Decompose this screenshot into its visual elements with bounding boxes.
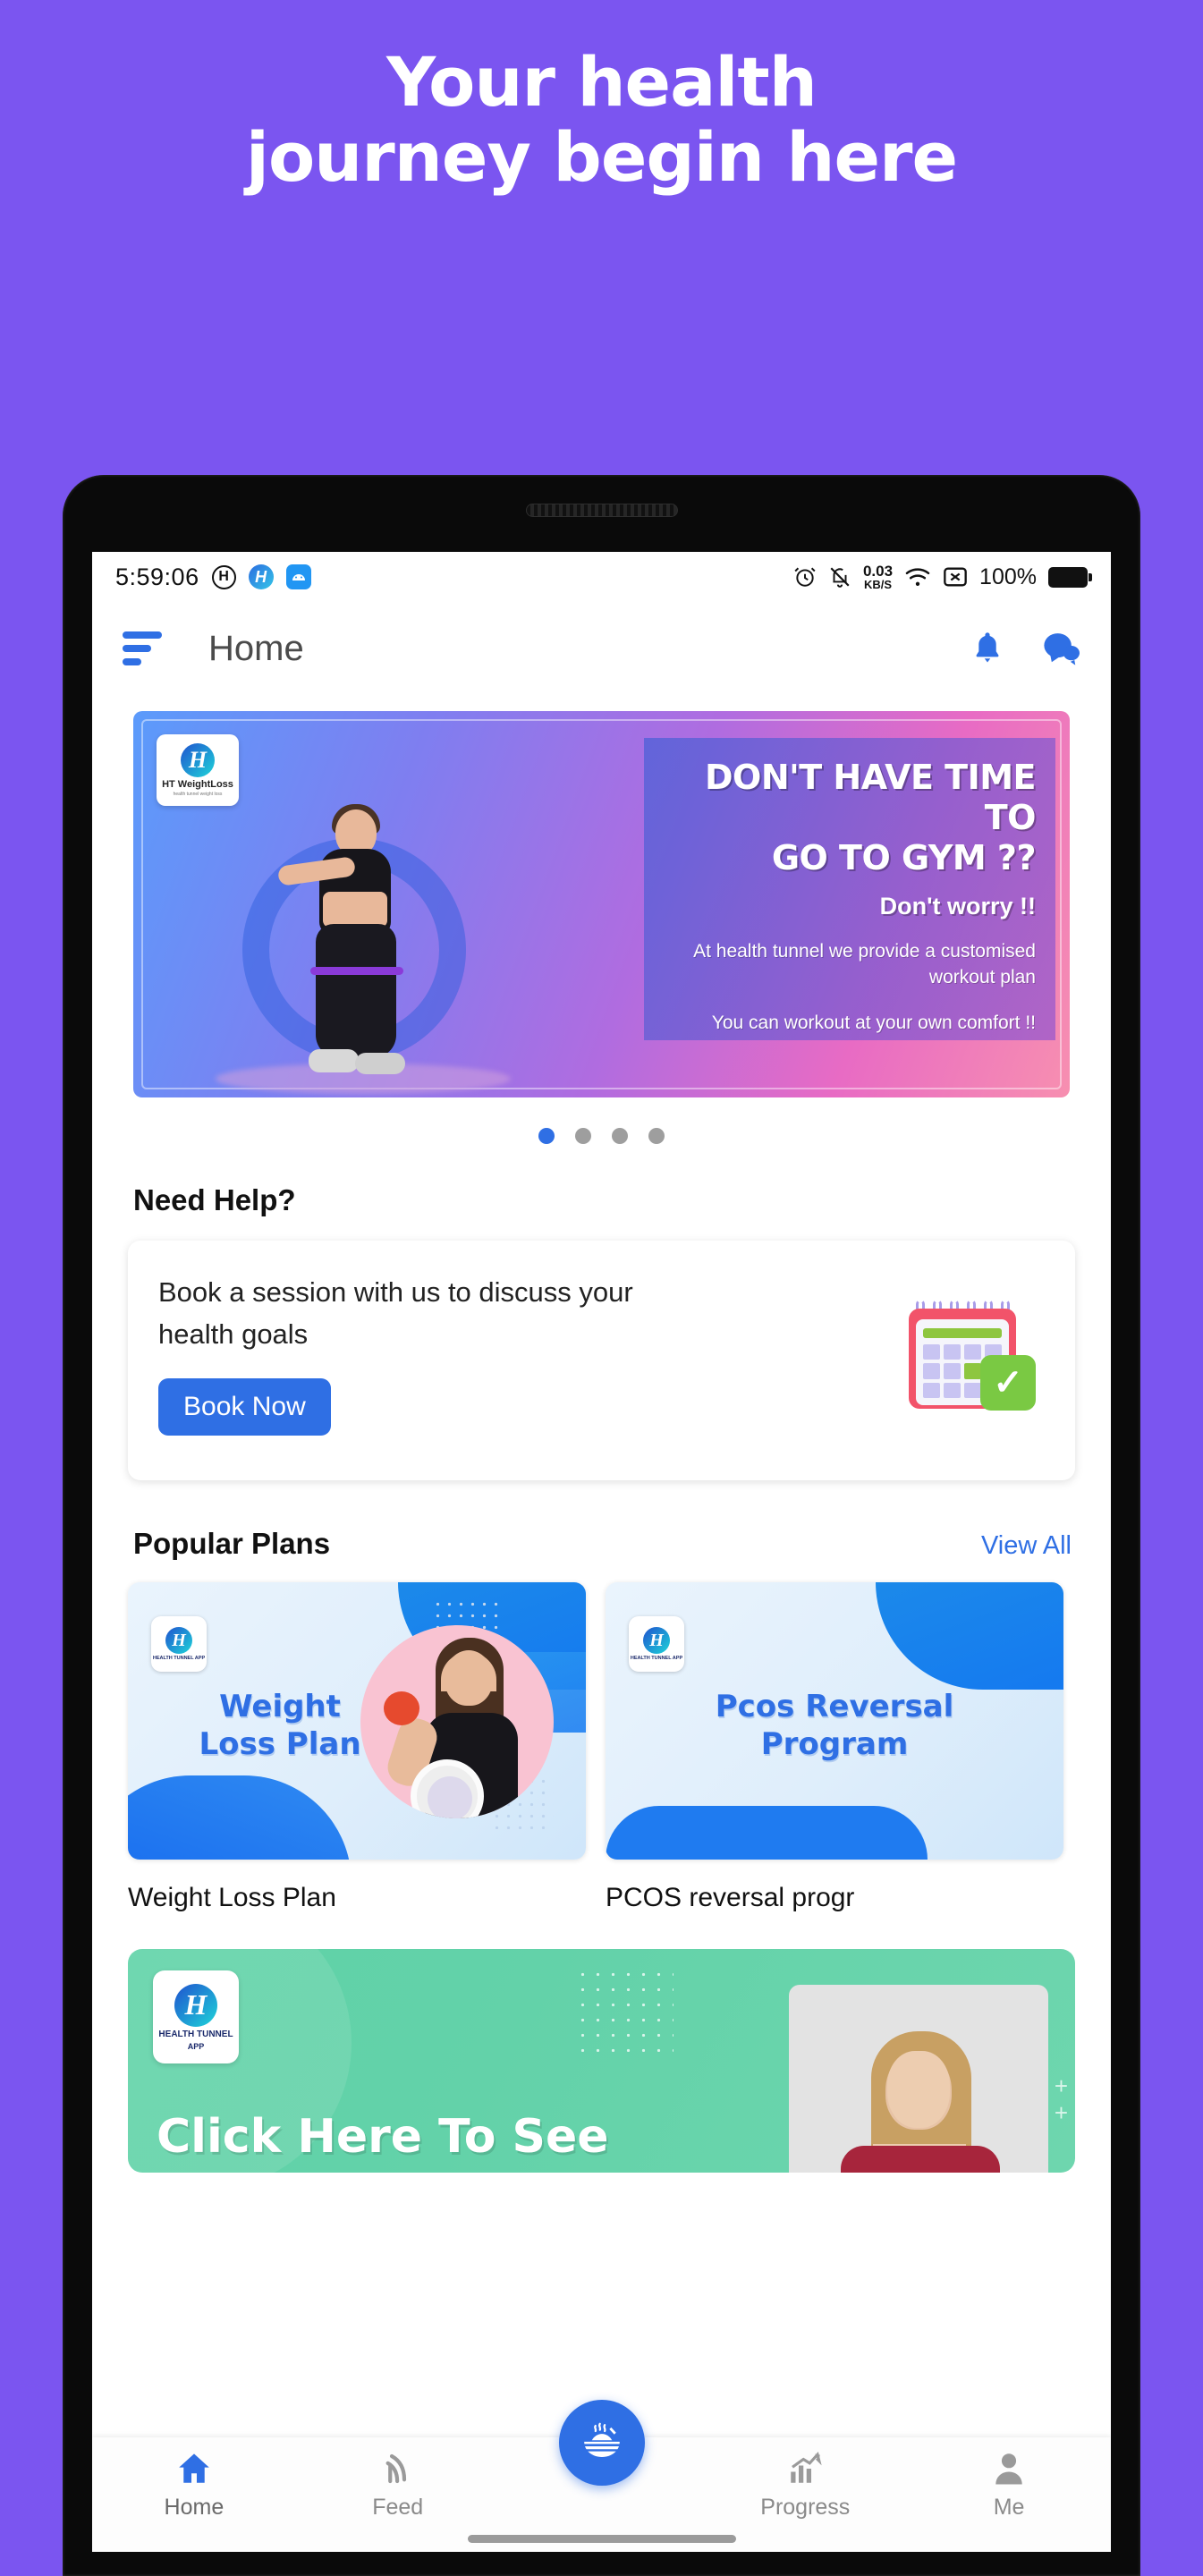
green-banner-logo-label: HEALTH TUNNEL (158, 2029, 233, 2039)
battery-full-icon (1048, 566, 1092, 588)
sim-no-signal-icon (943, 566, 968, 588)
promo-carousel[interactable]: H HT WeightLoss health tunnel weight los… (92, 695, 1111, 1144)
plan-card-title-line1: Pcos Reversal (715, 1689, 954, 1724)
plan-card-caption: Weight Loss Plan (128, 1883, 336, 1912)
carousel-slide-1[interactable]: H HT WeightLoss health tunnel weight los… (133, 711, 1070, 1097)
health-tunnel-icon: H (248, 564, 274, 589)
banner-body-line2: workout plan (928, 967, 1036, 987)
banner-body-line3: You can workout at your own comfort !! (711, 1013, 1036, 1033)
ht-logo-mark: H (643, 1627, 670, 1654)
nav-item-home[interactable]: Home (92, 2450, 296, 2521)
nav-label-me: Me (993, 2495, 1025, 2520)
green-banner-headline: Click Here To See (157, 2110, 609, 2164)
plan-card-title-line2: Loss Plan (199, 1726, 361, 1762)
hamburger-menu-icon[interactable] (123, 631, 162, 665)
green-banner-logo: H HEALTH TUNNEL APP (153, 1970, 239, 2063)
banner-text-panel: DON'T HAVE TIME TO GO TO GYM ?? Don't wo… (644, 738, 1055, 1040)
banner-headline-line1: DON'T HAVE TIME TO (705, 758, 1037, 837)
plan-card-logo: H HEALTH TUNNEL APP (151, 1616, 207, 1672)
carousel-dot-1[interactable] (538, 1128, 555, 1144)
popular-plans-header: Popular Plans View All (133, 1527, 1072, 1561)
hexa-circle-icon: H (211, 564, 236, 589)
carousel-dot-2[interactable] (575, 1128, 591, 1144)
carousel-dot-4[interactable] (648, 1128, 665, 1144)
promo-headline-line1: Your health (386, 42, 818, 122)
popular-plans-list[interactable]: H HEALTH TUNNEL APP Weight Loss Plan Wei… (128, 1582, 1111, 1913)
meal-bowl-icon[interactable] (558, 2400, 645, 2486)
app-bar: Home (92, 602, 1111, 695)
book-now-button[interactable]: Book Now (158, 1378, 331, 1436)
banner-logo-sublabel: health tunnel weight loss (173, 792, 223, 797)
phone-screen: 5:59:06 H H 0.03 KB/S 100% Home H HT Wei… (92, 552, 1111, 2552)
network-speed-value: 0.03 (862, 562, 894, 580)
plan-card-logo-label: HEALTH TUNNEL APP (630, 1656, 683, 1661)
nav-label-home: Home (164, 2495, 225, 2520)
popular-plans-title: Popular Plans (133, 1527, 331, 1560)
plan-card-logo: H HEALTH TUNNEL APP (629, 1616, 684, 1672)
nav-label-progress: Progress (760, 2495, 851, 2520)
battery-percent-label: 100% (979, 564, 1037, 589)
feed-rss-icon (378, 2450, 418, 2487)
promo-headline-line2: journey begin here (245, 117, 958, 197)
promo-headline: Your health journey begin here (0, 0, 1203, 195)
plan-card-weight-loss[interactable]: H HEALTH TUNNEL APP Weight Loss Plan Wei… (128, 1582, 586, 1913)
click-here-banner[interactable]: H HEALTH TUNNEL APP + + Click Here To See (128, 1949, 1075, 2173)
plan-card-title: Pcos Reversal Program (606, 1688, 1063, 1763)
network-speed-indicator: 0.03 KB/S (863, 564, 893, 591)
progress-chart-icon (785, 2450, 825, 2487)
carousel-dot-3[interactable] (612, 1128, 628, 1144)
ht-logo-mark: H (181, 743, 215, 777)
home-icon (174, 2450, 214, 2487)
banner-logo-label: HT WeightLoss (162, 779, 233, 790)
nav-item-me[interactable]: Me (907, 2450, 1111, 2521)
banner-body-line1: At health tunnel we provide a customised (693, 941, 1036, 962)
ht-logo-mark: H (174, 1983, 217, 2027)
nav-item-feed[interactable]: Feed (296, 2450, 500, 2521)
bell-icon[interactable] (970, 630, 1005, 667)
nav-item-progress[interactable]: Progress (703, 2450, 907, 2521)
ht-logo-mark: H (165, 1627, 192, 1654)
status-bar-clock: 5:59:06 (115, 563, 199, 590)
green-banner-photo (789, 1985, 1048, 2173)
nav-label-feed: Feed (372, 2495, 424, 2520)
carousel-dots[interactable] (133, 1128, 1070, 1144)
plan-card-title-line1: Weight (219, 1689, 341, 1724)
status-bar: 5:59:06 H H 0.03 KB/S 100% (92, 552, 1111, 602)
need-help-card[interactable]: Book a session with us to discuss your h… (128, 1241, 1075, 1480)
calendar-check-icon: ✓ (903, 1291, 1038, 1416)
phone-mockup-frame: 5:59:06 H H 0.03 KB/S 100% Home H HT Wei… (63, 475, 1140, 2576)
banner-subheadline: Don't worry !! (879, 893, 1036, 919)
main-content: H HT WeightLoss health tunnel weight los… (92, 695, 1111, 2173)
person-icon (989, 2450, 1029, 2487)
network-speed-unit: KB/S (863, 577, 893, 591)
bell-off-icon (828, 565, 851, 589)
banner-fitness-photo (216, 765, 511, 1097)
need-help-title: Need Help? (133, 1183, 296, 1216)
chat-bubble-icon[interactable] (1041, 630, 1080, 667)
plan-card-title: Weight Loss Plan (135, 1688, 425, 1763)
need-help-body-line1: Book a session with us to discuss your (158, 1276, 633, 1308)
home-indicator (467, 2535, 736, 2543)
alarm-icon (793, 565, 817, 589)
plus-decoration: + + (1054, 2072, 1068, 2126)
view-all-link[interactable]: View All (981, 1531, 1072, 1561)
green-banner-logo-sublabel: APP (187, 2041, 205, 2051)
phone-speaker-grille (525, 504, 678, 517)
plan-card-caption: PCOS reversal progr (606, 1883, 855, 1912)
wifi-icon (904, 566, 931, 588)
plan-card-logo-label: HEALTH TUNNEL APP (152, 1656, 206, 1661)
page-title: Home (208, 628, 304, 668)
need-help-body-line2: health goals (158, 1318, 309, 1350)
plan-card-pcos[interactable]: H HEALTH TUNNEL APP Pcos Reversal Progra… (606, 1582, 1063, 1913)
plan-card-title-line2: Program (760, 1726, 909, 1762)
banner-brand-logo: H HT WeightLoss health tunnel weight los… (157, 734, 239, 806)
banner-headline-line2: GO TO GYM ?? (771, 838, 1037, 877)
android-blue-icon (285, 564, 311, 589)
